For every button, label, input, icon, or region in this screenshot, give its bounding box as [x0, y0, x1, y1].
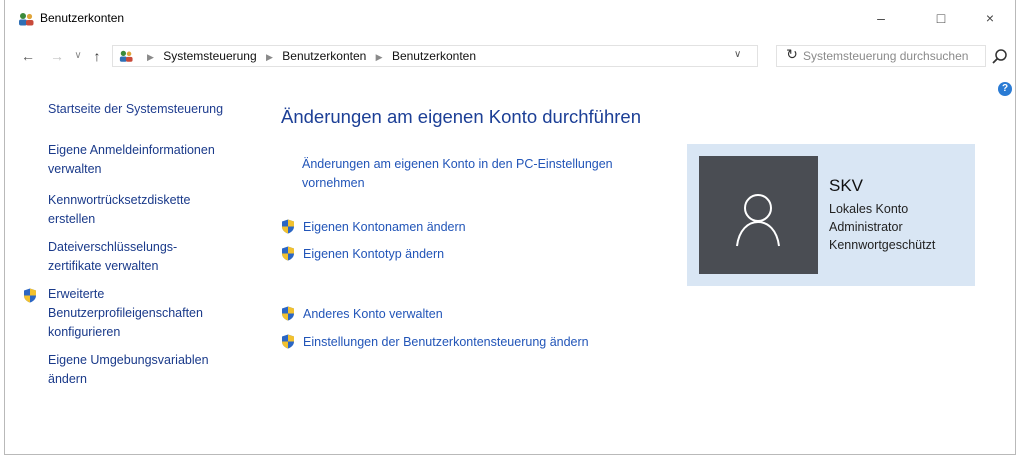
breadcrumb: ▶ Systemsteuerung ▶ Benutzerkonten ▶ Ben…	[141, 49, 476, 63]
users-icon	[119, 50, 133, 62]
uac-shield-icon	[282, 246, 294, 261]
change-account-type-link[interactable]: Eigenen Kontotyp ändern	[303, 245, 444, 264]
uac-shield-icon	[282, 219, 294, 234]
breadcrumb-item[interactable]: Benutzerkonten	[282, 49, 366, 63]
home-link[interactable]: Startseite der Systemsteuerung	[48, 100, 258, 119]
link-line: Änderungen am eigenen Konto in den PC-Ei…	[302, 157, 613, 171]
link-line: vornehmen	[302, 176, 365, 190]
chevron-right-icon: ▶	[147, 52, 154, 62]
link-line: Dateiverschlüsselungs-	[48, 240, 178, 254]
link-line: konfigurieren	[48, 325, 121, 339]
page-title: Änderungen am eigenen Konto durchführen	[281, 106, 641, 127]
advanced-profile-link[interactable]: Erweiterte Benutzerprofileigenschaften k…	[48, 285, 258, 342]
link-line: Eigene Anmeldeinformationen	[48, 143, 215, 157]
reset-disk-link[interactable]: Kennwortrücksetzdiskette erstellen	[48, 191, 258, 229]
title-bar: Benutzerkonten – □ ×	[5, 0, 1015, 38]
link-line: zertifikate verwalten	[48, 259, 159, 273]
account-name: SKV	[829, 176, 864, 195]
link-line: erstellen	[48, 212, 96, 226]
link-line: Eigene Umgebungsvariablen	[48, 353, 209, 367]
maximize-button[interactable]: □	[930, 8, 952, 28]
chevron-right-icon[interactable]: ▶	[266, 52, 273, 62]
account-card: SKV Lokales Konto Administrator Kennwort…	[687, 144, 975, 286]
link-line: Erweiterte	[48, 287, 105, 301]
link-line: verwalten	[48, 162, 102, 176]
avatar	[699, 156, 818, 274]
close-button[interactable]: ×	[979, 8, 1001, 28]
account-protection: Kennwortgeschützt	[829, 238, 936, 252]
encryption-certificates-link[interactable]: Dateiverschlüsselungs- zertifikate verwa…	[48, 238, 258, 276]
chevron-down-icon[interactable]: ∨	[734, 49, 741, 60]
uac-shield-icon	[24, 288, 36, 303]
recent-locations-dropdown[interactable]: ∨	[69, 46, 87, 66]
link-line: ändern	[48, 372, 87, 386]
chevron-right-icon[interactable]: ▶	[376, 52, 383, 62]
environment-variables-link[interactable]: Eigene Umgebungsvariablen ändern	[48, 351, 258, 389]
uac-shield-icon	[282, 334, 294, 349]
search-box[interactable]	[776, 45, 986, 67]
users-icon	[19, 13, 34, 26]
link-line: Benutzerprofileigenschaften	[48, 306, 203, 320]
search-input[interactable]	[803, 48, 983, 64]
link-line: Kennwortrücksetzdiskette	[48, 193, 191, 207]
pc-settings-link[interactable]: Änderungen am eigenen Konto in den PC-Ei…	[302, 155, 682, 193]
back-button[interactable]: ←	[19, 46, 37, 66]
window-title: Benutzerkonten	[40, 11, 125, 25]
help-icon[interactable]: ?	[998, 82, 1012, 96]
manage-other-account-link[interactable]: Anderes Konto verwalten	[303, 305, 443, 324]
minimize-button[interactable]: –	[870, 8, 892, 28]
forward-button[interactable]: →	[48, 46, 66, 66]
uac-shield-icon	[282, 306, 294, 321]
control-panel-window: Benutzerkonten – □ × ← → ∨ ↑ ▶ Systemste…	[4, 0, 1016, 455]
user-icon	[736, 194, 780, 247]
account-type: Lokales Konto	[829, 202, 909, 216]
breadcrumb-item[interactable]: Benutzerkonten	[392, 49, 476, 63]
change-account-name-link[interactable]: Eigenen Kontonamen ändern	[303, 218, 466, 237]
account-role: Administrator	[829, 220, 903, 234]
up-button[interactable]: ↑	[88, 46, 106, 66]
address-bar[interactable]: ▶ Systemsteuerung ▶ Benutzerkonten ▶ Ben…	[112, 45, 758, 67]
search-icon[interactable]	[990, 47, 1010, 67]
breadcrumb-item[interactable]: Systemsteuerung	[163, 49, 256, 63]
uac-settings-link[interactable]: Einstellungen der Benutzerkontensteuerun…	[303, 333, 589, 352]
credentials-link[interactable]: Eigene Anmeldeinformationen verwalten	[48, 141, 258, 179]
